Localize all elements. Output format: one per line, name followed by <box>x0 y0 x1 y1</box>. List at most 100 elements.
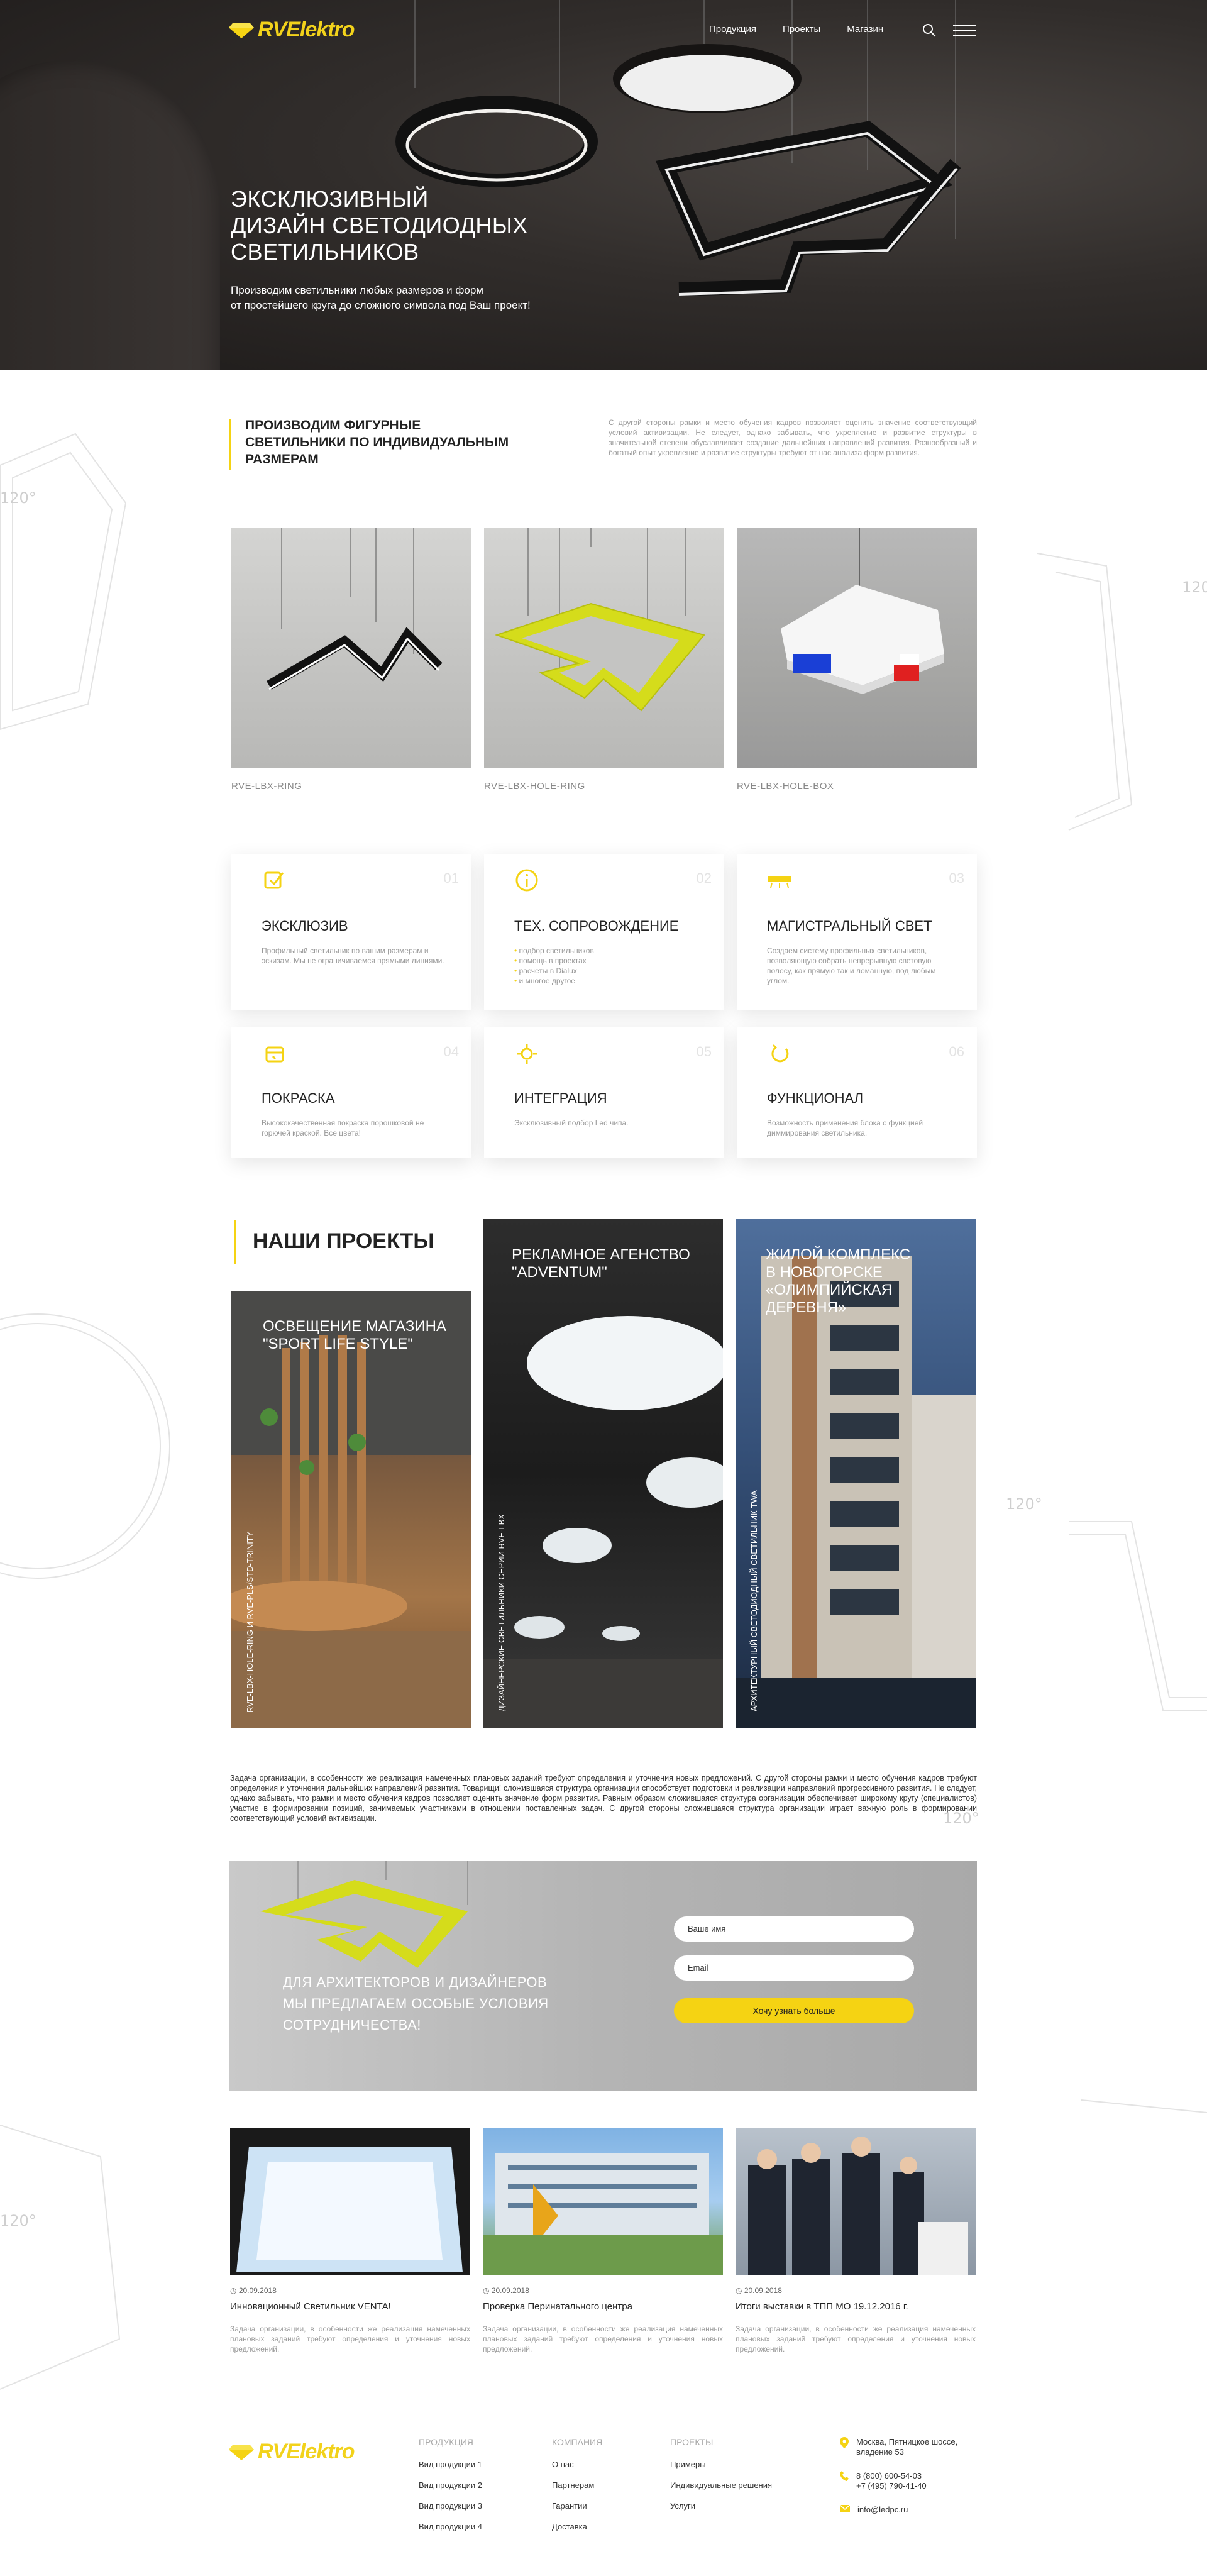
logo-text: RVElektro <box>258 2440 355 2463</box>
product-image-ring[interactable] <box>231 528 471 768</box>
email-input[interactable]: Email <box>674 1955 914 1981</box>
footer-link[interactable]: Услуги <box>670 2501 772 2511</box>
feature-list-item: • расчеты в Dialux <box>514 966 577 975</box>
footer-link[interactable]: Вид продукции 2 <box>419 2480 482 2490</box>
project-title: ОСВЕЩЕНИЕ МАГАЗИНА "SPORT LIFE STYLE" <box>263 1318 446 1352</box>
intro-accent-bar <box>229 419 231 470</box>
exclusive-icon <box>264 871 284 889</box>
footer-contacts: Москва, Пятницкое шоссе, владение 53 8 (… <box>840 2437 957 2515</box>
news-date: ◷ 20.09.2018 <box>736 2286 782 2295</box>
feature-card-exclusive: 01 ЭКСКЛЮЗИВ Профильный светильник по ва… <box>231 854 471 1010</box>
project-vertical-caption: ДИЗАЙНЕРСКИЕ СВЕТИЛЬНИКИ СЕРИИ RVE-LBX <box>497 1514 506 1711</box>
product-lamp-illustration <box>494 528 705 712</box>
feature-text: Высококачественная покраска порошковой н… <box>262 1119 424 1137</box>
projects-accent-bar <box>234 1220 236 1264</box>
menu-icon[interactable] <box>953 24 976 36</box>
mail-icon <box>840 2505 850 2512</box>
nav-item-products[interactable]: Продукция <box>709 24 756 35</box>
feature-number: 06 <box>949 1044 964 1059</box>
footer-link[interactable]: Партнерам <box>552 2480 602 2490</box>
location-icon <box>840 2437 849 2448</box>
nav-item-shop[interactable]: Магазин <box>847 24 883 35</box>
feature-number: 03 <box>949 870 964 886</box>
footer-link[interactable]: Вид продукции 1 <box>419 2460 482 2469</box>
news-title[interactable]: Проверка Перинатального центра <box>483 2301 632 2312</box>
project-card-adventum[interactable]: РЕКЛАМНОЕ АГЕНСТВО "ADVENTUM" ДИЗАЙНЕРСК… <box>483 1219 723 1728</box>
footer-link[interactable]: Гарантии <box>552 2501 602 2511</box>
news-date: ◷ 20.09.2018 <box>230 2286 277 2295</box>
feature-card-integration: 05 ИНТЕГРАЦИЯ Эксклюзивный подбор Led чи… <box>484 1027 724 1158</box>
news-text: Задача организации, в особенности же реа… <box>736 2324 976 2353</box>
news-text: Задача организации, в особенности же реа… <box>483 2324 723 2353</box>
feature-text: Возможность применения блока с функцией … <box>767 1119 923 1137</box>
news-image-exhibition[interactable] <box>736 2128 976 2275</box>
feature-title: ФУНКЦИОНАЛ <box>767 1090 864 1106</box>
feature-number: 05 <box>696 1044 712 1059</box>
learn-more-button[interactable]: Хочу узнать больше <box>674 1998 914 2023</box>
name-input[interactable]: Ваше имя <box>674 1916 914 1942</box>
footer-link[interactable]: Вид продукции 4 <box>419 2522 482 2531</box>
footer-link[interactable]: Индивидуальные решения <box>670 2480 772 2490</box>
footer-heading: ПРОЕКТЫ <box>670 2437 714 2447</box>
news-title[interactable]: Итоги выставки в ТПП МО 19.12.2016 г. <box>736 2301 908 2312</box>
product-name[interactable]: RVE-LBX-HOLE-RING <box>484 781 585 792</box>
footer-logo[interactable]: RVElektro <box>229 2440 355 2464</box>
footer-email: info@ledpc.ru <box>840 2505 957 2515</box>
phone-link[interactable]: 8 (800) 600-54-03 <box>856 2471 927 2481</box>
product-name[interactable]: RVE-LBX-HOLE-BOX <box>737 781 834 792</box>
footer-link[interactable]: О нас <box>552 2460 602 2469</box>
news-image-venta[interactable] <box>230 2128 470 2275</box>
feature-number: 01 <box>443 870 459 886</box>
phone-link[interactable]: +7 (495) 790-41-40 <box>856 2481 927 2491</box>
project-card-olympic-village[interactable]: ЖИЛОЙ КОМПЛЕКС В НОВОГОРСКЕ «ОЛИМПИЙСКАЯ… <box>736 1219 976 1728</box>
email-link[interactable]: info@ledpc.ru <box>857 2505 908 2515</box>
project-title: РЕКЛАМНОЕ АГЕНСТВО "ADVENTUM" <box>512 1246 690 1281</box>
feature-text: Профильный светильник по вашим размерам … <box>262 946 444 965</box>
product-image-hole-box[interactable] <box>737 528 977 768</box>
feature-text: Создаем систему профильных светильников,… <box>767 946 936 985</box>
footer-link[interactable]: Вид продукции 3 <box>419 2501 482 2511</box>
search-icon[interactable] <box>922 23 937 38</box>
feature-text: Эксклюзивный подбор Led чипа. <box>514 1119 629 1127</box>
news-text: Задача организации, в особенности же реа… <box>230 2324 470 2353</box>
svg-text:120°: 120° <box>0 2212 36 2230</box>
news-date: ◷ 20.09.2018 <box>483 2286 529 2295</box>
product-name[interactable]: RVE-LBX-RING <box>231 781 302 792</box>
feature-card-function: 06 ФУНКЦИОНАЛ Возможность применения бло… <box>737 1027 977 1158</box>
integration-icon <box>517 1044 537 1064</box>
news-photo <box>748 2137 968 2275</box>
header-logo[interactable]: RVElektro <box>229 18 355 42</box>
feature-card-main-light: 03 МАГИСТРАЛЬНЫЙ СВЕТ Создаем систему пр… <box>737 854 977 1010</box>
footer-link[interactable]: Доставка <box>552 2522 602 2531</box>
main-nav: Продукция Проекты Магазин <box>709 24 883 35</box>
product-image-hole-ring[interactable] <box>484 528 724 768</box>
project-vertical-caption: АРХИТЕКТУРНЫЙ СВЕТОДИОДНЫЙ СВЕТИЛЬНИК TW… <box>749 1490 759 1711</box>
about-text: Задача организации, в особенности же реа… <box>230 1774 977 1823</box>
svg-text:120: 120 <box>1182 578 1207 596</box>
footer-col-projects: ПРОЕКТЫ Примеры Индивидуальные решения У… <box>670 2437 772 2511</box>
logo-diamond-icon <box>229 2445 254 2460</box>
intro-title: ПРОИЗВОДИМ ФИГУРНЫЕ СВЕТИЛЬНИКИ ПО ИНДИВ… <box>245 418 509 467</box>
feature-list-item: • помощь в проектах <box>514 956 587 965</box>
footer-link[interactable]: Примеры <box>670 2460 772 2469</box>
phone-icon <box>840 2471 849 2481</box>
news-image-perinatal[interactable] <box>483 2128 723 2275</box>
hero-subtitle: Производим светильники любых размеров и … <box>231 284 531 311</box>
offer-banner: ДЛЯ АРХИТЕКТОРОВ И ДИЗАЙНЕРОВ МЫ ПРЕДЛАГ… <box>229 1861 977 2091</box>
main-light-icon <box>768 876 791 888</box>
offer-lamp-illustration <box>260 1861 468 1968</box>
feature-title: МАГИСТРАЛЬНЫЙ СВЕТ <box>767 918 932 934</box>
news-title[interactable]: Инновационный Светильник VENTA! <box>230 2301 391 2312</box>
news-photo <box>483 2153 723 2275</box>
intro-text: С другой стороны рамки и место обучения … <box>609 418 977 457</box>
offer-text: ДЛЯ АРХИТЕКТОРОВ И ДИЗАЙНЕРОВ МЫ ПРЕДЛАГ… <box>283 1974 549 2033</box>
nav-item-projects[interactable]: Проекты <box>783 24 820 35</box>
hero-section: RVElektro Продукция Проекты Магазин ЭКСК… <box>0 0 1207 370</box>
footer-heading: ПРОДУКЦИЯ <box>419 2437 473 2447</box>
project-photo-office <box>483 1316 723 1728</box>
project-title: ЖИЛОЙ КОМПЛЕКС В НОВОГОРСКЕ «ОЛИМПИЙСКАЯ… <box>766 1246 911 1316</box>
product-lamp-illustration <box>781 528 944 694</box>
project-card-sport-life[interactable]: ОСВЕЩЕНИЕ МАГАЗИНА "SPORT LIFE STYLE" RV… <box>231 1291 471 1728</box>
footer-col-products: ПРОДУКЦИЯ Вид продукции 1 Вид продукции … <box>419 2437 482 2531</box>
footer-address: Москва, Пятницкое шоссе, владение 53 <box>840 2437 957 2457</box>
